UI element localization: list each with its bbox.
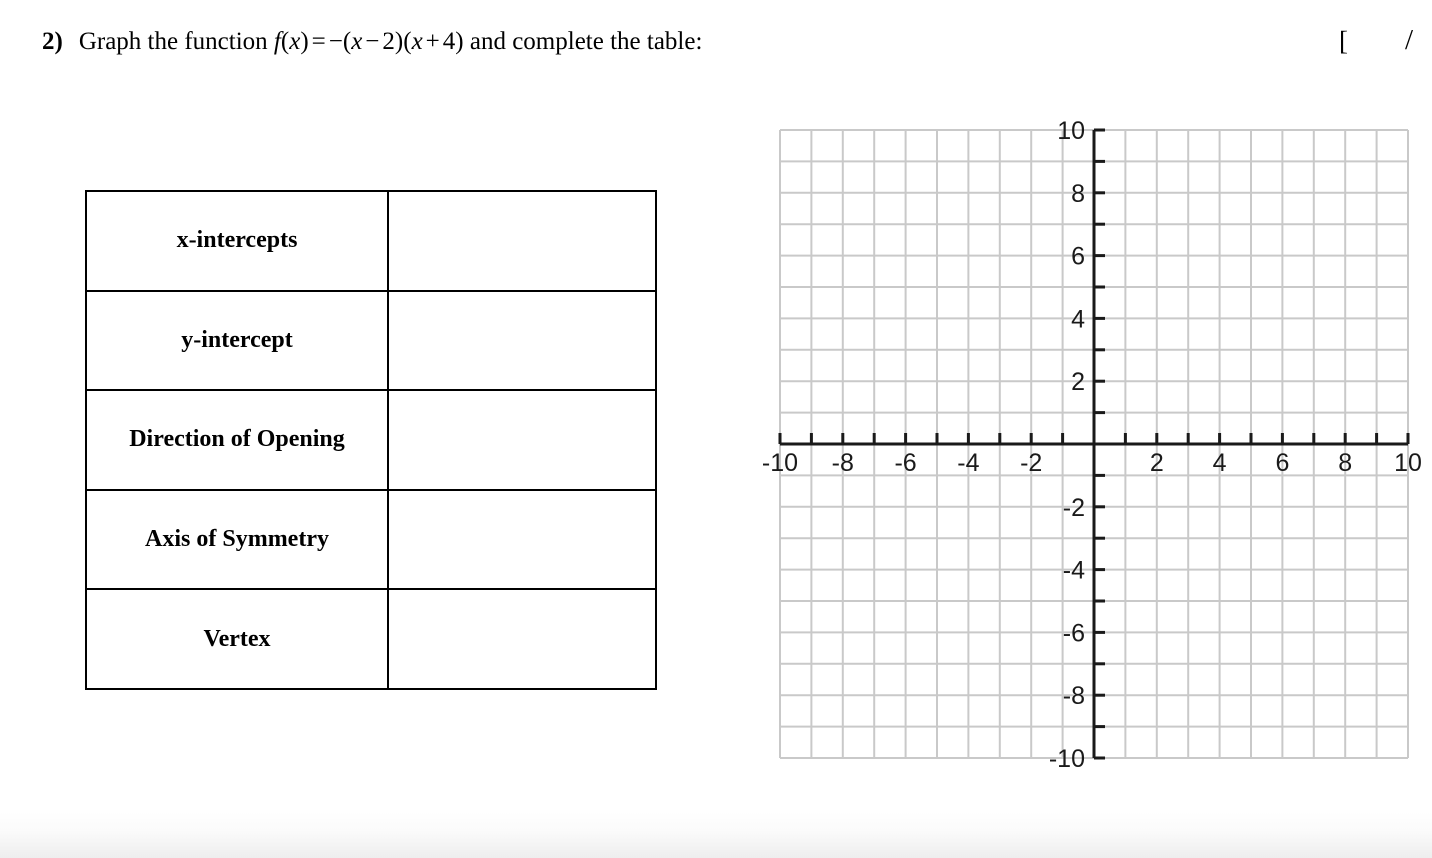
question-prefix: Graph the function — [78, 28, 268, 55]
paren-close-2: ) — [394, 28, 404, 55]
variable-x-2: x — [351, 28, 363, 55]
paren-close-1: ) — [300, 28, 309, 55]
x-tick-label: 4 — [1213, 449, 1227, 477]
question-text: Graph the function f(x) = −(x −2)(x +4) and … — [79, 28, 703, 56]
y-tick-label: 4 — [1071, 305, 1085, 333]
paren-open-1: ( — [280, 28, 290, 55]
variable-x-3: x — [411, 28, 423, 55]
question-suffix: and complete the table: — [464, 28, 703, 55]
paren-close-3: ) — [455, 28, 464, 55]
x-tick-label: 2 — [1150, 449, 1164, 477]
table-row: Vertex — [85, 588, 657, 690]
y-tick-label: -10 — [1049, 745, 1085, 773]
row-value-y-intercept[interactable] — [387, 289, 657, 392]
paren-open-2: ( — [342, 28, 352, 55]
row-value-direction-of-opening[interactable] — [387, 389, 657, 491]
table-row: Axis of Symmetry — [85, 488, 657, 591]
constant-four: 4 — [442, 28, 456, 55]
attribute-table: x-intercepts y-intercept Direction of Op… — [85, 190, 657, 690]
score-box: [ / — [1330, 24, 1432, 72]
coordinate-graph[interactable]: -10 -8 -6 -4 -2 2 4 6 8 10 10 8 6 4 2 -2 -4 -6 -8 -10 — [745, 110, 1432, 790]
row-value-x-intercepts[interactable] — [387, 190, 657, 292]
row-label-y-intercept: y-intercept — [85, 289, 389, 392]
equals-sign: = — [311, 28, 326, 55]
table-row: x-intercepts — [85, 190, 657, 292]
y-tick-label: 6 — [1071, 243, 1085, 271]
y-tick-label: -8 — [1063, 682, 1085, 710]
row-label-direction-of-opening: Direction of Opening — [85, 389, 389, 491]
row-label-axis-of-symmetry: Axis of Symmetry — [85, 488, 389, 591]
score-bracket: [ — [1339, 26, 1348, 56]
table-row: Direction of Opening — [85, 389, 657, 491]
y-tick-label: 2 — [1071, 368, 1085, 396]
question-number: 2) — [42, 28, 63, 55]
x-tick-label: -2 — [1020, 449, 1042, 477]
x-tick-label: -4 — [957, 449, 979, 477]
worksheet-page: 2) Graph the function f(x) = −(x −2)(x +4) a… — [0, 0, 1432, 858]
x-tick-label: -10 — [762, 449, 798, 477]
y-tick-label: 10 — [1057, 117, 1085, 145]
variable-x-1: x — [289, 28, 301, 55]
y-tick-label: 8 — [1071, 180, 1085, 208]
row-label-vertex: Vertex — [85, 588, 389, 690]
y-tick-label: -6 — [1063, 619, 1085, 647]
paren-open-3: ( — [403, 28, 412, 55]
question-suffix-text: and complete the table: — [469, 28, 703, 55]
bottom-bar — [0, 812, 1432, 858]
table-row: y-intercept — [85, 289, 657, 392]
x-tick-label: 8 — [1338, 449, 1352, 477]
constant-two: 2 — [382, 28, 395, 55]
unary-minus: − — [328, 28, 343, 55]
score-slash: / — [1405, 24, 1414, 56]
function-expression: f(x) = −(x −2)(x +4) — [268, 28, 464, 55]
minus-sign: − — [365, 28, 380, 55]
x-tick-label: -8 — [832, 449, 854, 477]
function-f: f — [273, 28, 281, 55]
x-tick-label: 10 — [1394, 449, 1422, 477]
row-label-x-intercepts: x-intercepts — [85, 190, 389, 292]
question-header: 2) Graph the function f(x) = −(x −2)(x +4) a… — [42, 28, 1042, 72]
y-tick-label: -2 — [1063, 494, 1085, 522]
row-value-vertex[interactable] — [387, 588, 657, 690]
plus-sign: + — [425, 28, 440, 55]
coordinate-plane-svg[interactable]: -10 -8 -6 -4 -2 2 4 6 8 10 10 8 6 4 2 -2 -4 -6 -8 -10 — [745, 110, 1432, 790]
row-value-axis-of-symmetry[interactable] — [387, 488, 657, 591]
attribute-table-body: x-intercepts y-intercept Direction of Op… — [85, 190, 657, 690]
x-tick-label: 6 — [1275, 449, 1289, 477]
y-tick-label: -4 — [1063, 557, 1085, 585]
x-tick-label: -6 — [894, 449, 916, 477]
